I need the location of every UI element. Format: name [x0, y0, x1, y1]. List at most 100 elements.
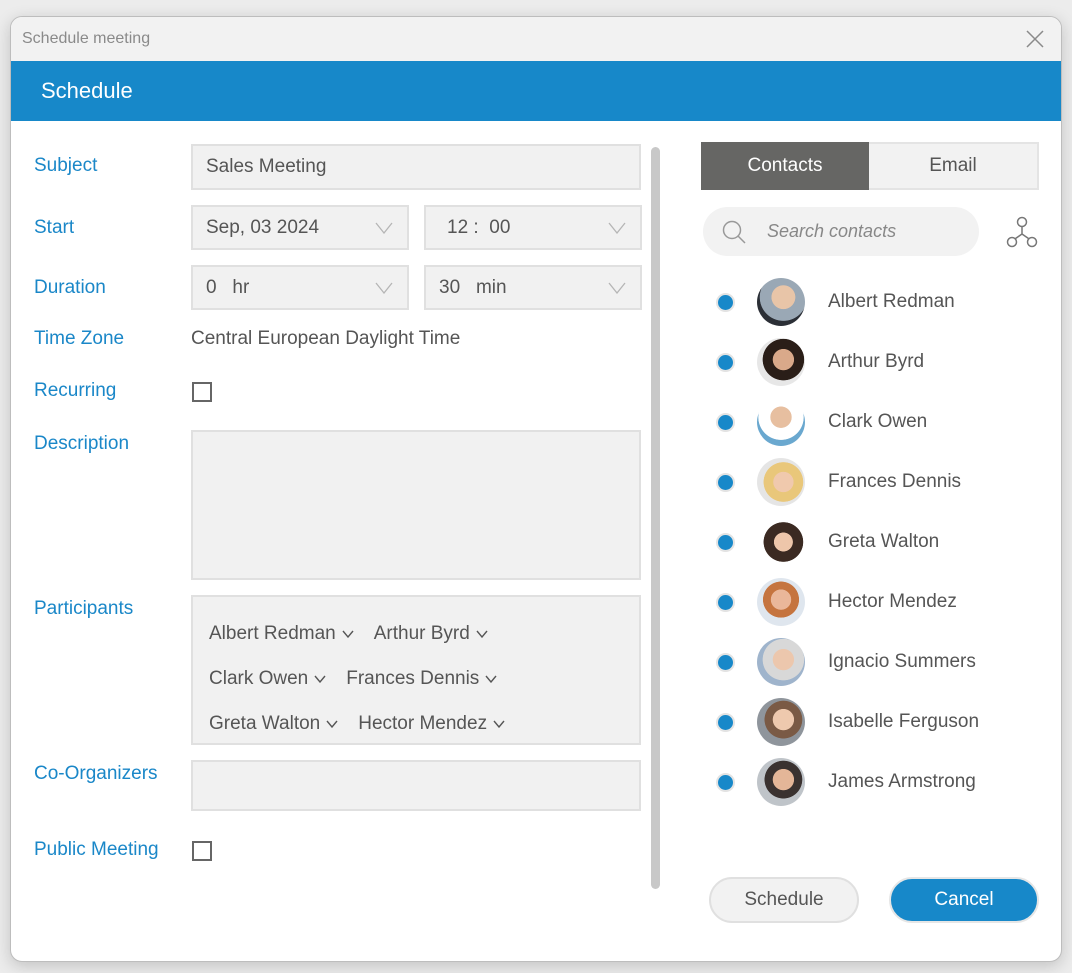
contact-tabs: Contacts Email	[701, 142, 1039, 190]
close-button[interactable]	[1023, 27, 1047, 51]
participant-chip[interactable]: Hector Mendez	[358, 713, 505, 735]
status-dot	[716, 292, 735, 312]
form-scrollbar[interactable]	[651, 147, 660, 889]
co-organizers-input[interactable]	[191, 760, 641, 811]
chevron-down-icon	[314, 675, 326, 683]
contact-item[interactable]: Hector Mendez	[711, 572, 1051, 632]
avatar	[757, 578, 805, 626]
chevron-down-icon	[326, 720, 338, 728]
status-dot	[716, 772, 735, 792]
contact-name: Ignacio Summers	[828, 651, 976, 672]
cancel-button[interactable]: Cancel	[889, 877, 1039, 923]
contact-name: James Armstrong	[828, 771, 976, 792]
tab-contacts[interactable]: Contacts	[701, 142, 869, 190]
chevron-down-icon	[476, 630, 488, 638]
description-label: Description	[34, 433, 130, 454]
recurring-label: Recurring	[34, 380, 117, 401]
duration-hours-dropdown[interactable]: 0 hr	[191, 265, 409, 310]
participant-name: Frances Dennis	[346, 667, 480, 689]
participant-chip[interactable]: Frances Dennis	[346, 668, 497, 690]
contact-name: Greta Walton	[828, 531, 940, 552]
title-bar: Schedule meeting	[11, 17, 1061, 61]
avatar	[757, 458, 805, 506]
start-time-value: 12 : 00	[447, 216, 511, 238]
contact-item[interactable]: Frances Dennis	[711, 452, 1051, 512]
participant-name: Greta Walton	[209, 712, 321, 734]
contact-name: Albert Redman	[828, 291, 955, 312]
duration-label: Duration	[34, 277, 106, 298]
avatar	[757, 278, 805, 326]
public-meeting-checkbox[interactable]	[192, 841, 212, 861]
avatar	[757, 398, 805, 446]
start-date-value: Sep, 03 2024	[206, 216, 320, 238]
search-contacts-box	[703, 207, 979, 256]
participant-chip[interactable]: Clark Owen	[209, 668, 326, 690]
search-contacts-input[interactable]	[767, 221, 947, 242]
start-date-dropdown[interactable]: Sep, 03 2024	[191, 205, 409, 250]
participants-field[interactable]: Albert Redman Arthur Byrd Clark Owen Fra…	[191, 595, 641, 745]
duration-minutes-dropdown[interactable]: 30 min	[424, 265, 642, 310]
contact-list: Albert Redman Arthur Byrd Clark Owen Fra…	[711, 272, 1051, 812]
window-title: Schedule meeting	[22, 30, 151, 47]
participant-name: Hector Mendez	[358, 712, 488, 734]
chevron-down-icon	[375, 222, 393, 234]
avatar	[757, 758, 805, 806]
contact-name: Hector Mendez	[828, 591, 957, 612]
status-dot	[716, 352, 735, 372]
avatar	[757, 518, 805, 566]
time-zone-label: Time Zone	[34, 328, 125, 349]
participant-chip[interactable]: Arthur Byrd	[374, 623, 488, 645]
contact-item[interactable]: James Armstrong	[711, 752, 1051, 812]
status-dot	[716, 592, 735, 612]
status-dot	[716, 472, 735, 492]
search-icon	[722, 220, 746, 244]
participant-name: Clark Owen	[209, 667, 309, 689]
status-dot	[716, 412, 735, 432]
group-button[interactable]	[1005, 215, 1039, 254]
chevron-down-icon	[375, 282, 393, 294]
chevron-down-icon	[342, 630, 354, 638]
contact-name: Isabelle Ferguson	[828, 711, 980, 732]
start-time-dropdown[interactable]: 12 : 00	[424, 205, 642, 250]
recurring-checkbox[interactable]	[192, 382, 212, 402]
contact-item[interactable]: Ignacio Summers	[711, 632, 1051, 692]
description-textarea[interactable]	[191, 430, 641, 580]
contact-item[interactable]: Isabelle Ferguson	[711, 692, 1051, 752]
participant-name: Albert Redman	[209, 622, 336, 644]
avatar	[757, 638, 805, 686]
status-dot	[716, 712, 735, 732]
contact-item[interactable]: Clark Owen	[711, 392, 1051, 452]
header-title: Schedule	[41, 78, 133, 103]
chevron-down-icon	[485, 675, 497, 683]
avatar	[757, 338, 805, 386]
avatar	[757, 698, 805, 746]
subject-input[interactable]: Sales Meeting	[191, 144, 641, 190]
participant-chip[interactable]: Albert Redman	[209, 623, 354, 645]
contact-name: Frances Dennis	[828, 471, 962, 492]
dialog-header: Schedule	[11, 61, 1061, 121]
schedule-meeting-dialog: Schedule meeting Schedule Subject Sales …	[10, 16, 1062, 962]
schedule-button[interactable]: Schedule	[709, 877, 859, 923]
contact-name: Arthur Byrd	[828, 351, 925, 372]
duration-hours-value: 0 hr	[206, 276, 250, 298]
participants-row: Greta Walton Hector Mendez	[209, 701, 639, 746]
start-label: Start	[34, 217, 75, 238]
chevron-down-icon	[608, 282, 626, 294]
participant-chip[interactable]: Greta Walton	[209, 713, 338, 735]
participant-name: Arthur Byrd	[373, 622, 470, 644]
participants-row: Albert Redman Arthur Byrd	[209, 611, 639, 656]
contact-name: Clark Owen	[828, 411, 928, 432]
co-organizers-label: Co-Organizers	[34, 763, 158, 784]
status-dot	[716, 652, 735, 672]
contact-item[interactable]: Albert Redman	[711, 272, 1051, 332]
group-icon	[1006, 216, 1038, 248]
contact-item[interactable]: Arthur Byrd	[711, 332, 1051, 392]
chevron-down-icon	[608, 222, 626, 234]
participants-row: Clark Owen Frances Dennis	[209, 656, 639, 701]
duration-minutes-value: 30 min	[439, 276, 507, 298]
contact-item[interactable]: Greta Walton	[711, 512, 1051, 572]
participants-label: Participants	[34, 598, 134, 619]
time-zone-value: Central European Daylight Time	[191, 328, 461, 349]
tab-email[interactable]: Email	[869, 142, 1039, 190]
subject-label: Subject	[34, 155, 98, 176]
